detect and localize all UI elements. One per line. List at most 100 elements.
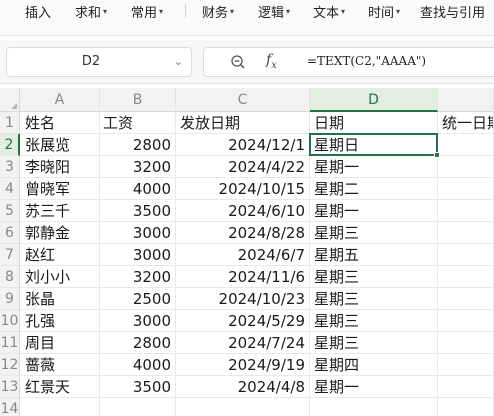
ribbon-button-0[interactable]: 插入	[25, 0, 51, 22]
formula-input[interactable]: fx =TEXT(C2,"AAAA")	[203, 47, 494, 77]
data-cell[interactable]: 2024/11/6	[176, 266, 310, 288]
header-cell[interactable]: 发放日期	[176, 112, 310, 134]
row-header-10[interactable]: 10	[0, 310, 20, 332]
data-cell[interactable]: 3200	[100, 156, 176, 178]
data-cell[interactable]: 李晓阳	[20, 156, 100, 178]
data-cell[interactable]	[310, 398, 438, 416]
data-cell[interactable]: 曾晓军	[20, 178, 100, 200]
fill-handle[interactable]	[434, 152, 440, 158]
header-cell[interactable]: 日期	[310, 112, 438, 134]
data-cell[interactable]: 郭静金	[20, 222, 100, 244]
row-header-2[interactable]: 2	[0, 134, 20, 156]
data-cell[interactable]	[438, 266, 494, 288]
ribbon-button-6[interactable]: 时间 ▾	[368, 0, 400, 22]
insert-function-icon[interactable]: fx	[266, 52, 277, 71]
data-cell[interactable]: 2024/4/8	[176, 376, 310, 398]
data-cell[interactable]: 3000	[100, 310, 176, 332]
data-cell[interactable]: 2024/8/28	[176, 222, 310, 244]
data-cell[interactable]	[438, 134, 494, 156]
data-cell[interactable]	[438, 310, 494, 332]
row-header-1[interactable]: 1	[0, 112, 20, 134]
data-cell[interactable]: 星期三	[310, 332, 438, 354]
row-header-6[interactable]: 6	[0, 222, 20, 244]
row-header-11[interactable]: 11	[0, 332, 20, 354]
data-cell[interactable]: 2500	[100, 288, 176, 310]
data-cell[interactable]: 周目	[20, 332, 100, 354]
data-cell[interactable]: 3500	[100, 376, 176, 398]
data-cell[interactable]	[438, 288, 494, 310]
chevron-down-icon[interactable]: ⌄	[174, 55, 183, 68]
column-header-blank[interactable]	[438, 88, 494, 112]
data-cell[interactable]: 星期一	[310, 376, 438, 398]
data-cell[interactable]: 3000	[100, 222, 176, 244]
row-header-13[interactable]: 13	[0, 376, 20, 398]
data-cell[interactable]: 3200	[100, 266, 176, 288]
data-cell[interactable]	[438, 354, 494, 376]
ribbon-button-5[interactable]: 文本 ▾	[313, 0, 345, 22]
data-cell[interactable]: 2024/6/10	[176, 200, 310, 222]
select-all-corner[interactable]	[0, 88, 20, 112]
header-cell[interactable]: 工资	[100, 112, 176, 134]
data-cell[interactable]: 2024/9/19	[176, 354, 310, 376]
data-cell[interactable]	[438, 156, 494, 178]
data-cell[interactable]: 3000	[100, 244, 176, 266]
data-cell[interactable]: 刘小小	[20, 266, 100, 288]
data-cell[interactable]	[438, 244, 494, 266]
data-cell[interactable]: 3500	[100, 200, 176, 222]
data-cell[interactable]: 2024/7/24	[176, 332, 310, 354]
column-header-c[interactable]: C	[176, 88, 310, 112]
column-header-b[interactable]: B	[100, 88, 176, 112]
data-cell[interactable]: 星期四	[310, 354, 438, 376]
header-cell[interactable]: 统一日期	[438, 112, 494, 134]
data-cell[interactable]: 红景天	[20, 376, 100, 398]
data-cell[interactable]: 星期三	[310, 288, 438, 310]
data-cell[interactable]: 星期三	[310, 266, 438, 288]
data-cell[interactable]: 星期二	[310, 178, 438, 200]
spreadsheet-grid[interactable]: ABCD1姓名工资发放日期日期统一日期2张展览28002024/12/1星期日3…	[0, 88, 494, 416]
data-cell[interactable]	[438, 376, 494, 398]
data-cell[interactable]: 2024/12/1	[176, 134, 310, 156]
data-cell[interactable]: 苏三千	[20, 200, 100, 222]
row-header-5[interactable]: 5	[0, 200, 20, 222]
ribbon-button-4[interactable]: 逻辑 ▾	[258, 0, 290, 22]
ribbon-button-3[interactable]: 财务 ▾	[202, 0, 234, 22]
row-header-9[interactable]: 9	[0, 288, 20, 310]
data-cell[interactable]	[438, 332, 494, 354]
data-cell[interactable]: 孔强	[20, 310, 100, 332]
data-cell[interactable]	[438, 178, 494, 200]
data-cell[interactable]: 蔷薇	[20, 354, 100, 376]
data-cell[interactable]	[438, 200, 494, 222]
data-cell[interactable]: 张展览	[20, 134, 100, 156]
data-cell[interactable]	[176, 398, 310, 416]
data-cell[interactable]: 2024/10/23	[176, 288, 310, 310]
data-cell[interactable]: 2024/10/15	[176, 178, 310, 200]
ribbon-button-7[interactable]: 查找与引用	[420, 0, 485, 22]
data-cell[interactable]: 星期一	[310, 200, 438, 222]
row-header-14[interactable]: 14	[0, 398, 20, 416]
row-header-7[interactable]: 7	[0, 244, 20, 266]
data-cell[interactable]	[438, 222, 494, 244]
data-cell[interactable]	[20, 398, 100, 416]
ribbon-button-2[interactable]: 常用 ▾	[131, 0, 163, 22]
data-cell[interactable]	[100, 398, 176, 416]
name-box[interactable]: D2 ⌄	[6, 47, 192, 77]
data-cell[interactable]: 4000	[100, 178, 176, 200]
data-cell[interactable]	[438, 398, 494, 416]
data-cell[interactable]: 星期日	[310, 134, 438, 156]
row-header-3[interactable]: 3	[0, 156, 20, 178]
column-header-a[interactable]: A	[20, 88, 100, 112]
data-cell[interactable]: 2024/6/7	[176, 244, 310, 266]
data-cell[interactable]: 星期三	[310, 222, 438, 244]
data-cell[interactable]: 星期一	[310, 156, 438, 178]
data-cell[interactable]: 4000	[100, 354, 176, 376]
row-header-4[interactable]: 4	[0, 178, 20, 200]
header-cell[interactable]: 姓名	[20, 112, 100, 134]
data-cell[interactable]: 2800	[100, 134, 176, 156]
row-header-12[interactable]: 12	[0, 354, 20, 376]
row-header-8[interactable]: 8	[0, 266, 20, 288]
ribbon-button-1[interactable]: 求和 ▾	[75, 0, 107, 22]
data-cell[interactable]: 2024/4/22	[176, 156, 310, 178]
formula-text[interactable]: =TEXT(C2,"AAAA")	[307, 54, 426, 68]
data-cell[interactable]: 2024/5/29	[176, 310, 310, 332]
zoom-icon[interactable]	[230, 54, 246, 70]
